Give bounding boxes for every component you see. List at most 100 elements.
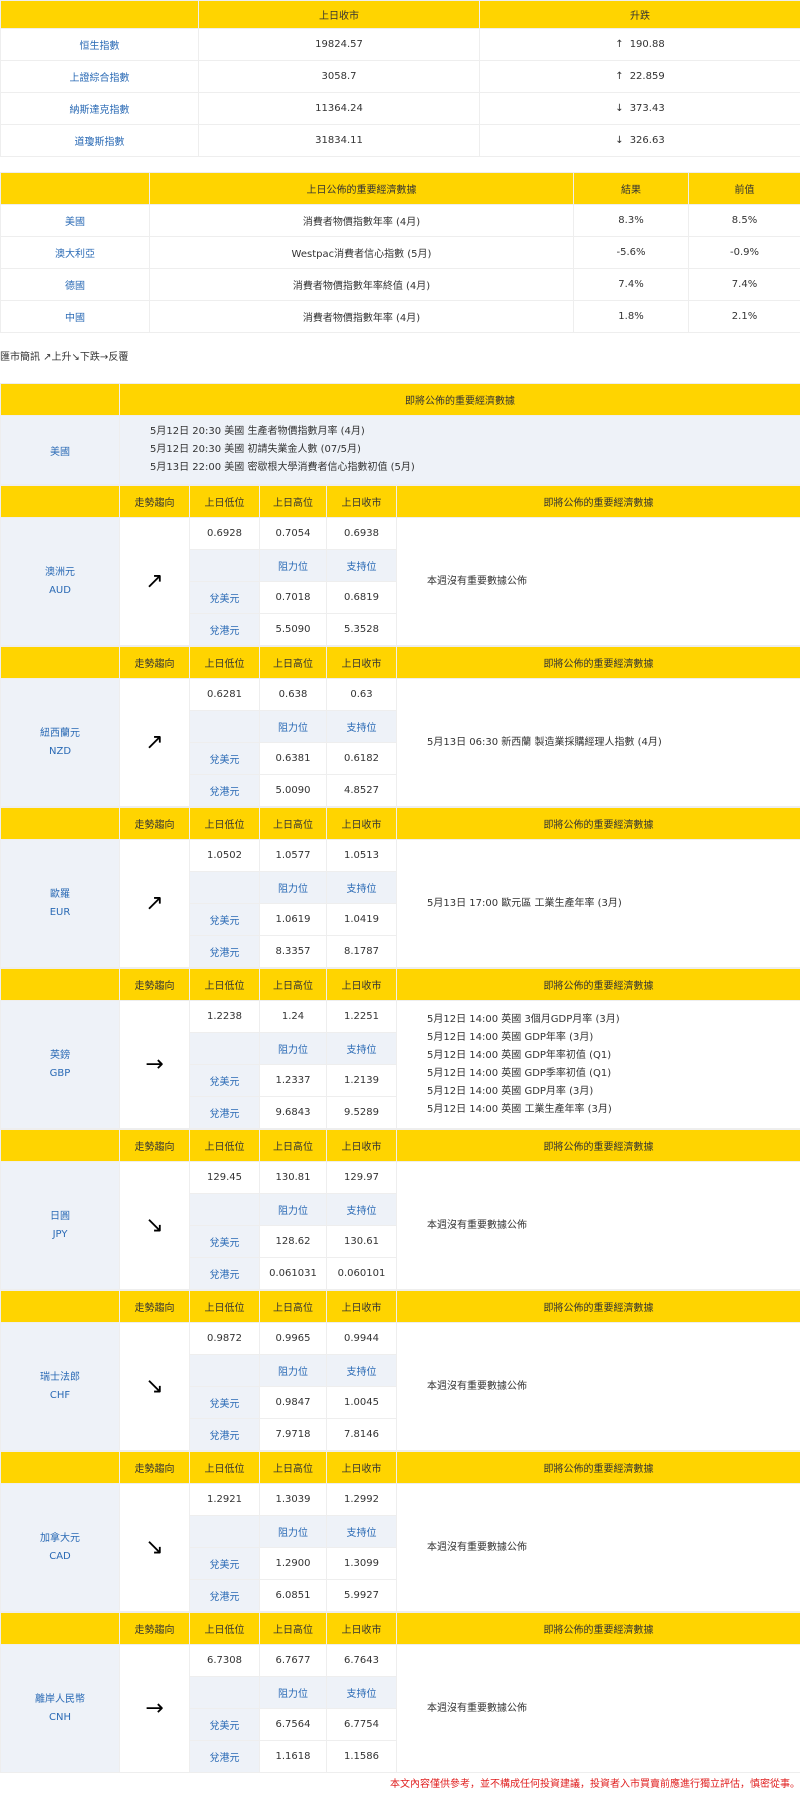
change-arrow-icon: ↓ xyxy=(615,135,624,146)
support-label: 支持位 xyxy=(326,1515,397,1548)
usd-resistance: 128.62 xyxy=(259,1225,327,1258)
currency-header-row: 走勢趨向 上日低位 上日高位 上日收市 即將公佈的重要經濟數據 xyxy=(0,485,800,518)
index-name[interactable]: 道瓊斯指數 xyxy=(0,124,199,157)
hkd-resistance: 1.1618 xyxy=(259,1740,327,1773)
index-change: 326.63 xyxy=(629,135,665,146)
currency-name-cell[interactable]: 紐西蘭元 NZD xyxy=(0,678,120,807)
index-close: 3058.7 xyxy=(198,60,480,93)
prev-high: 0.638 xyxy=(259,678,327,711)
news-line: 5月12日 14:00 英國 GDP月率 (3月) xyxy=(427,1085,594,1097)
econ-country[interactable]: 中國 xyxy=(0,300,150,333)
econ-country[interactable]: 美國 xyxy=(0,204,150,237)
header-trend: 走勢趨向 xyxy=(119,1451,190,1484)
econ-country[interactable]: 德國 xyxy=(0,268,150,301)
currency-header-row: 走勢趨向 上日低位 上日高位 上日收市 即將公佈的重要經濟數據 xyxy=(0,968,800,1001)
upcoming-line: 5月12日 20:30 美國 初請失業金人數 (07/5月) xyxy=(150,444,361,455)
currency-code: GBP xyxy=(49,1067,71,1079)
resistance-label: 阻力位 xyxy=(259,1676,327,1709)
header-blank xyxy=(0,485,120,518)
header-news: 即將公佈的重要經濟數據 xyxy=(396,1451,800,1484)
support-label: 支持位 xyxy=(326,1676,397,1709)
vs-usd-label: 兌美元 xyxy=(189,742,260,775)
econ-header-result: 結果 xyxy=(573,172,689,205)
news-line: 5月13日 06:30 新西蘭 製造業採購經理人指數 (4月) xyxy=(427,736,662,748)
currency-name-cell[interactable]: 離岸人民幣 CNH xyxy=(0,1644,120,1773)
econ-result: 1.8% xyxy=(573,300,689,333)
upcoming-us-table: 即將公佈的重要經濟數據 美國 5月12日 20:30 美國 生產者物價指數月率 … xyxy=(0,383,800,485)
hkd-support: 1.1586 xyxy=(326,1740,397,1773)
news-cell: 5月12日 14:00 英國 3個月GDP月率 (3月) 5月12日 14:00 … xyxy=(396,1000,800,1129)
index-name[interactable]: 恒生指數 xyxy=(0,28,199,61)
currency-name-cell[interactable]: 英鎊 GBP xyxy=(0,1000,120,1129)
upcoming-country[interactable]: 美國 xyxy=(0,415,120,485)
econ-item: 消費者物價指數年率終值 (4月) xyxy=(149,268,574,301)
news-line: 本週沒有重要數據公佈 xyxy=(427,1702,527,1714)
index-name[interactable]: 納斯達克指數 xyxy=(0,92,199,125)
vs-usd-label: 兌美元 xyxy=(189,581,260,614)
prev-close: 1.2992 xyxy=(326,1483,397,1516)
trend-arrow-icon: → xyxy=(119,1000,190,1129)
header-blank xyxy=(0,1612,120,1645)
header-news: 即將公佈的重要經濟數據 xyxy=(396,968,800,1001)
usd-resistance: 1.0619 xyxy=(259,903,327,936)
news-line: 本週沒有重要數據公佈 xyxy=(427,1219,527,1231)
header-blank xyxy=(0,1129,120,1162)
currency-name-cell[interactable]: 歐羅 EUR xyxy=(0,839,120,968)
currency-header-row: 走勢趨向 上日低位 上日高位 上日收市 即將公佈的重要經濟數據 xyxy=(0,807,800,840)
header-trend: 走勢趨向 xyxy=(119,1129,190,1162)
usd-resistance: 0.6381 xyxy=(259,742,327,775)
level-blank xyxy=(189,871,260,904)
header-high: 上日高位 xyxy=(259,807,327,840)
hkd-resistance: 0.061031 xyxy=(259,1257,327,1290)
prev-close: 1.2251 xyxy=(326,1000,397,1033)
currency-block-chf: 走勢趨向 上日低位 上日高位 上日收市 即將公佈的重要經濟數據 瑞士法郎 CHF ↘ 0.987… xyxy=(0,1290,800,1451)
header-high: 上日高位 xyxy=(259,968,327,1001)
econ-header-row: 上日公佈的重要經濟數據 結果 前值 xyxy=(0,172,800,205)
vs-usd-label: 兌美元 xyxy=(189,1225,260,1258)
index-change: 190.88 xyxy=(629,39,665,50)
usd-support: 0.6819 xyxy=(326,581,397,614)
currency-name-cell[interactable]: 加拿大元 CAD xyxy=(0,1483,120,1612)
prev-close: 1.0513 xyxy=(326,839,397,872)
currency-header-row: 走勢趨向 上日低位 上日高位 上日收市 即將公佈的重要經濟數據 xyxy=(0,1451,800,1484)
upcoming-list: 5月12日 20:30 美國 生產者物價指數月率 (4月) 5月12日 20:30… xyxy=(119,415,800,485)
news-cell: 本週沒有重要數據公佈 xyxy=(396,1644,800,1773)
news-line: 5月12日 14:00 英國 GDP年率初值 (Q1) xyxy=(427,1049,612,1061)
index-change-cell: ↓ 373.43 xyxy=(479,92,800,125)
prices-row: 澳洲元 AUD ↗ 0.6928 0.7054 0.6938 本週沒有重要數據公佈 xyxy=(0,517,800,646)
index-name[interactable]: 上證綜合指數 xyxy=(0,60,199,93)
header-high: 上日高位 xyxy=(259,1290,327,1323)
trend-arrow-icon: ↘ xyxy=(119,1161,190,1290)
prev-close: 0.63 xyxy=(326,678,397,711)
index-close: 31834.11 xyxy=(198,124,480,157)
usd-support: 130.61 xyxy=(326,1225,397,1258)
news-line: 5月12日 14:00 英國 GDP季率初值 (Q1) xyxy=(427,1067,612,1079)
header-close: 上日收市 xyxy=(326,807,397,840)
header-blank xyxy=(0,1451,120,1484)
currency-name-cell[interactable]: 日圓 JPY xyxy=(0,1161,120,1290)
currency-name-cell[interactable]: 瑞士法郎 CHF xyxy=(0,1322,120,1451)
vs-usd-label: 兌美元 xyxy=(189,1064,260,1097)
econ-item: Westpac消費者信心指數 (5月) xyxy=(149,236,574,269)
hkd-support: 0.060101 xyxy=(326,1257,397,1290)
news-cell: 5月13日 06:30 新西蘭 製造業採購經理人指數 (4月) xyxy=(396,678,800,807)
currency-name-cell[interactable]: 澳洲元 AUD xyxy=(0,517,120,646)
news-line: 5月12日 14:00 英國 3個月GDP月率 (3月) xyxy=(427,1013,620,1025)
currency-code: CNH xyxy=(49,1711,71,1723)
hkd-support: 9.5289 xyxy=(326,1096,397,1129)
prev-close: 0.6938 xyxy=(326,517,397,550)
econ-country[interactable]: 澳大利亞 xyxy=(0,236,150,269)
trend-arrow-icon: ↗ xyxy=(119,839,190,968)
index-change: 373.43 xyxy=(629,103,665,114)
header-close: 上日收市 xyxy=(326,1290,397,1323)
currency-name: 離岸人民幣 xyxy=(35,1693,85,1705)
news-line: 本週沒有重要數據公佈 xyxy=(427,1541,527,1553)
currency-code: JPY xyxy=(52,1228,68,1240)
usd-resistance: 6.7564 xyxy=(259,1708,327,1741)
level-blank xyxy=(189,549,260,582)
support-label: 支持位 xyxy=(326,549,397,582)
prices-row: 紐西蘭元 NZD ↗ 0.6281 0.638 0.63 5月13日 06:30 新西蘭 製… xyxy=(0,678,800,807)
currency-name: 加拿大元 xyxy=(40,1532,80,1544)
change-arrow-icon: ↑ xyxy=(615,71,624,82)
econ-header-prev: 前值 xyxy=(688,172,800,205)
